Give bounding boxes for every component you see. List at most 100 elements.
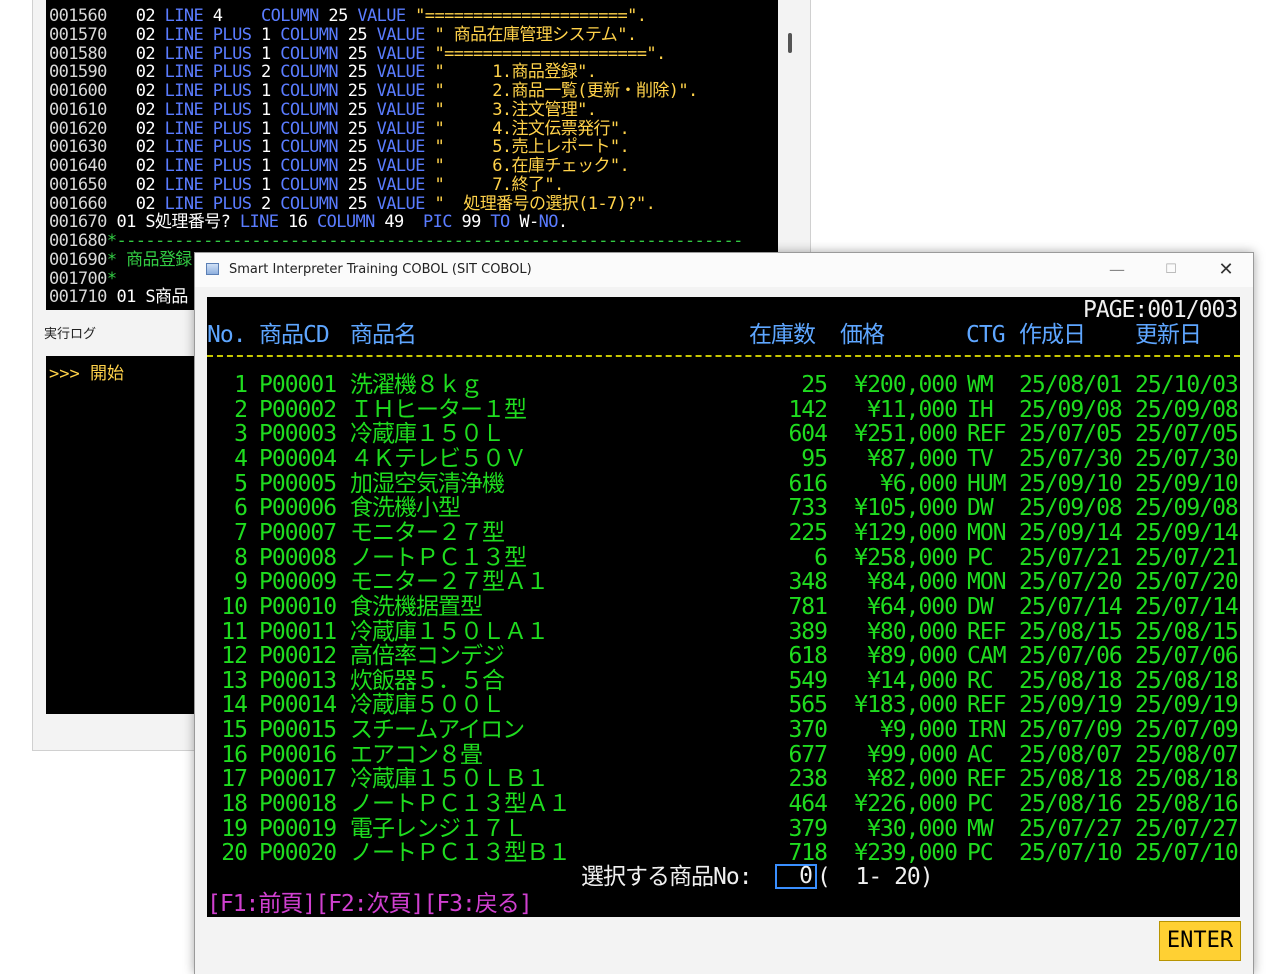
code-token: COLUMN: [316, 212, 375, 233]
page-indicator: PAGE:001/003: [1083, 297, 1238, 323]
row-name: 電子レンジ１７Ｌ: [350, 815, 527, 842]
code-token: PIC: [422, 212, 453, 233]
row-no: 12: [221, 643, 248, 670]
code-token: 25: [338, 118, 377, 139]
row-stock: 370: [788, 717, 828, 744]
row-updated: 25/08/16: [1135, 791, 1239, 818]
code-token: "=====================".: [434, 43, 666, 64]
code-token: 25: [338, 137, 377, 158]
code-token: 16: [278, 212, 317, 233]
row-no: 15: [221, 717, 248, 744]
code-token: LINE PLUS: [164, 24, 252, 45]
row-stock: 604: [788, 421, 828, 448]
code-token: 02: [106, 62, 165, 83]
line-number: 001620: [49, 118, 107, 139]
code-token: 01 S処理番号?: [106, 212, 240, 233]
code-token: VALUE: [357, 6, 406, 26]
row-updated: 25/07/09: [1135, 717, 1239, 744]
code-token: 1: [251, 43, 281, 64]
code-token: "=====================".: [415, 6, 647, 26]
row-name: モニター２７型: [350, 519, 505, 546]
row-name: 冷蔵庫５００Ｌ: [350, 692, 505, 719]
row-updated: 25/08/18: [1135, 766, 1239, 793]
row-updated: 25/08/18: [1135, 667, 1239, 694]
row-created: 25/07/20: [1019, 569, 1123, 596]
execution-log: >>> 開始: [46, 356, 201, 714]
row-created: 25/08/18: [1019, 766, 1123, 793]
code-token: 1: [251, 24, 281, 45]
row-name: スチームアイロン: [350, 717, 525, 744]
row-price: ¥30,000: [867, 815, 958, 842]
product-no-input[interactable]: 0: [775, 864, 817, 889]
row-name: 高倍率コンデジ: [350, 643, 505, 670]
maximize-button[interactable]: ☐: [1145, 253, 1197, 287]
row-price: ¥200,000: [854, 372, 958, 398]
row-no: 20: [221, 840, 248, 867]
row-no: 2: [234, 396, 248, 423]
row-created: 25/09/19: [1019, 692, 1123, 719]
code-token: " 4.注文伝票発行".: [434, 118, 630, 139]
code-token: 1: [251, 118, 281, 139]
terminal-screen: PAGE:001/003 No. 商品CD 商品名 在庫数 価格 CTG 作成日…: [207, 297, 1240, 917]
row-updated: 25/07/21: [1135, 544, 1239, 571]
row-ctg: PC: [967, 840, 994, 867]
line-number: 001710: [49, 287, 107, 308]
line-number: 001660: [49, 193, 107, 214]
row-stock: 616: [788, 470, 828, 497]
row-ctg: MON: [967, 519, 1007, 546]
code-token: VALUE: [376, 43, 426, 64]
row-price: ¥105,000: [854, 495, 958, 522]
editor-scrollbar[interactable]: [788, 33, 792, 53]
header-category: CTG: [966, 322, 1006, 348]
row-stock: 225: [788, 519, 828, 546]
close-button[interactable]: ✕: [1200, 253, 1252, 287]
code-token: VALUE: [376, 118, 426, 139]
code-token: 02: [106, 193, 165, 214]
row-no: 9: [234, 569, 248, 596]
code-token: LINE PLUS: [164, 81, 252, 101]
function-key-hints: [F1:前頁][F2:次頁][F3:戻る]: [207, 891, 533, 917]
line-number: 001580: [49, 43, 107, 64]
row-stock: 238: [788, 766, 828, 793]
minimize-button[interactable]: —: [1091, 253, 1143, 287]
title-bar[interactable]: Smart Interpreter Training COBOL (SIT CO…: [195, 253, 1253, 287]
row-no: 14: [221, 692, 248, 719]
row-stock: 348: [788, 569, 828, 596]
code-token: 02: [106, 6, 165, 26]
row-updated: 25/09/19: [1135, 692, 1239, 719]
code-token: 2: [251, 193, 281, 214]
row-updated: 25/07/10: [1135, 840, 1239, 867]
code-token: COLUMN: [280, 174, 339, 195]
code-token: VALUE: [376, 24, 426, 45]
enter-button[interactable]: ENTER: [1159, 921, 1241, 961]
row-cd: P00013: [259, 667, 337, 694]
code-token: 02: [106, 99, 165, 120]
row-updated: 25/07/06: [1135, 643, 1239, 670]
code-token: LINE PLUS: [164, 174, 252, 195]
code-line: 001590 02 LINE PLUS 2 COLUMN 25 VALUE " …: [49, 62, 597, 83]
code-token: 49: [374, 212, 423, 233]
code-token: COLUMN: [280, 118, 339, 139]
row-price: ¥183,000: [854, 692, 958, 719]
row-price: ¥6,000: [879, 470, 958, 497]
select-prompt-label: 選択する商品No:: [581, 864, 753, 890]
row-updated: 25/09/10: [1135, 470, 1239, 497]
code-token: COLUMN: [280, 137, 339, 158]
code-token: LINE PLUS: [164, 62, 252, 83]
row-price: ¥129,000: [854, 519, 958, 546]
code-token: COLUMN: [280, 62, 339, 83]
code-token: LINE PLUS: [164, 137, 252, 158]
row-ctg: REF: [967, 766, 1007, 793]
code-token: LINE PLUS: [164, 193, 252, 214]
row-no: 1: [234, 372, 248, 398]
log-text: >>> 開始: [49, 364, 124, 384]
code-token: 25: [338, 62, 377, 83]
code-token: " 6.在庫チェック".: [434, 156, 630, 176]
row-updated: 25/09/14: [1135, 519, 1239, 546]
code-token: * 商品登録: [106, 249, 192, 270]
code-token: 2: [251, 62, 281, 83]
row-price: ¥9,000: [879, 717, 958, 744]
